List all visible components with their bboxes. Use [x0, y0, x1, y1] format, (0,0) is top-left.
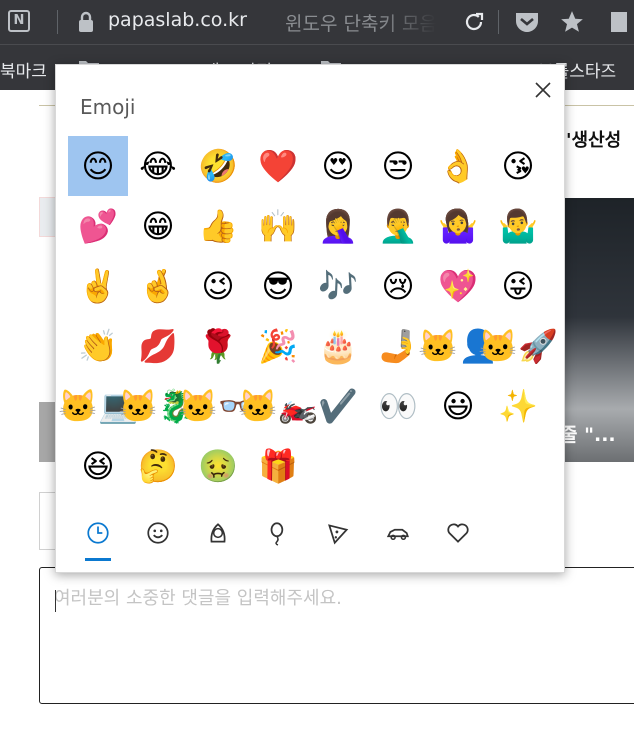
car-icon: [386, 528, 409, 541]
toolbar-divider: [57, 10, 58, 34]
emoji-victory-hand[interactable]: ✌️: [68, 256, 128, 316]
emoji-unamused-face[interactable]: 😒: [368, 136, 428, 196]
emoji-astro-cat[interactable]: 🐱‍🚀: [478, 316, 558, 376]
emoji-thumbs-up[interactable]: 👍: [188, 196, 248, 256]
reload-icon[interactable]: [462, 10, 486, 34]
category-celebration[interactable]: [248, 514, 308, 562]
emoji-rolling-on-floor-laughing[interactable]: 🤣: [188, 136, 248, 196]
emoji-smiling-face[interactable]: 😊: [68, 136, 128, 196]
emoji-two-hearts[interactable]: 💕: [68, 196, 128, 256]
heart-icon: [447, 523, 469, 543]
emoji-woman-shrugging[interactable]: 🤷‍♀️: [428, 196, 488, 256]
emoji-thinking-face[interactable]: 🤔: [128, 436, 188, 496]
comment-box: [39, 567, 634, 704]
emoji-tears-of-joy[interactable]: 😂: [128, 136, 188, 196]
comment-input[interactable]: [54, 584, 614, 684]
category-recent[interactable]: [68, 514, 128, 562]
article-heading-partial[interactable]: '생산성: [566, 126, 621, 152]
emoji-sparkling-heart[interactable]: 💖: [428, 256, 488, 316]
category-smileys[interactable]: [128, 514, 188, 562]
emoji-panel: Emoji 😊 😂 🤣 ❤️ 😍 😒 👌 😘 💕 😁 👍 🙌 🤦‍♀️ 🤦‍♂️ 🤷‍♀️ 🤷‍♂️ ✌️ 🤞 😉 😎…: [55, 64, 565, 573]
text-caret: [55, 590, 56, 612]
bookmarks-label[interactable]: 북마크: [0, 57, 47, 82]
emoji-heart-eyes[interactable]: 😍: [308, 136, 368, 196]
emoji-crying-face[interactable]: 😢: [368, 256, 428, 316]
emoji-kiss-mark[interactable]: 💋: [128, 316, 188, 376]
category-people[interactable]: [188, 514, 248, 562]
emoji-party-popper[interactable]: 🎉: [248, 316, 308, 376]
category-travel[interactable]: [368, 514, 428, 562]
bookmark-star-icon[interactable]: [559, 9, 585, 35]
emoji-clapping-hands[interactable]: 👏: [68, 316, 128, 376]
emoji-panel-title: Emoji: [80, 95, 136, 119]
emoji-man-shrugging[interactable]: 🤷‍♂️: [488, 196, 548, 256]
pocket-shield-icon[interactable]: [514, 10, 540, 34]
emoji-sparkles[interactable]: ✨: [488, 376, 548, 436]
smiley-icon: [147, 522, 169, 544]
category-food[interactable]: [308, 514, 368, 562]
emoji-rose[interactable]: 🌹: [188, 316, 248, 376]
emoji-winking-face[interactable]: 😉: [188, 256, 248, 316]
notion-tab-icon[interactable]: N: [8, 10, 30, 32]
close-icon[interactable]: [532, 79, 554, 101]
emoji-beaming-face[interactable]: 😁: [128, 196, 188, 256]
lock-icon[interactable]: [78, 11, 94, 33]
emoji-stunt-cat[interactable]: 🐱‍🏍: [238, 376, 318, 436]
clock-icon: [87, 522, 109, 544]
category-symbols[interactable]: [428, 514, 488, 562]
toolbar-divider: [498, 10, 499, 34]
emoji-nauseated-face[interactable]: 🤢: [188, 436, 248, 496]
emoji-check-mark[interactable]: ✔️: [308, 376, 368, 436]
image-caption: 줄 "...: [560, 424, 616, 446]
emoji-red-heart[interactable]: ❤️: [248, 136, 308, 196]
emoji-woman-facepalming[interactable]: 🤦‍♀️: [308, 196, 368, 256]
balloon-icon: [270, 522, 284, 546]
emoji-birthday-cake[interactable]: 🎂: [308, 316, 368, 376]
emoji-squinting-face[interactable]: 😆: [68, 436, 128, 496]
emoji-eyes[interactable]: 👀: [368, 376, 428, 436]
pizza-icon: [328, 524, 349, 545]
emoji-man-facepalming[interactable]: 🤦‍♂️: [368, 196, 428, 256]
title-fade-overlay: [380, 0, 460, 44]
emoji-category-bar: [68, 514, 548, 562]
address-bar-url[interactable]: papaslab.co.kr: [108, 9, 247, 31]
active-category-indicator: [85, 558, 111, 561]
emoji-grinning-face[interactable]: 😃: [428, 376, 488, 436]
overflow-menu-icon[interactable]: [607, 9, 627, 35]
emoji-crossed-fingers[interactable]: 🤞: [128, 256, 188, 316]
person-icon: [210, 523, 226, 543]
emoji-wrapped-gift[interactable]: 🎁: [248, 436, 308, 496]
emoji-sunglasses-face[interactable]: 😎: [248, 256, 308, 316]
browser-toolbar: N papaslab.co.kr 윈도우 단축키 모음: [0, 0, 634, 44]
emoji-musical-notes[interactable]: 🎶: [308, 256, 368, 316]
emoji-winking-tongue-face[interactable]: 😜: [488, 256, 548, 316]
emoji-ok-hand[interactable]: 👌: [428, 136, 488, 196]
emoji-blowing-kiss[interactable]: 😘: [488, 136, 548, 196]
emoji-raising-hands[interactable]: 🙌: [248, 196, 308, 256]
